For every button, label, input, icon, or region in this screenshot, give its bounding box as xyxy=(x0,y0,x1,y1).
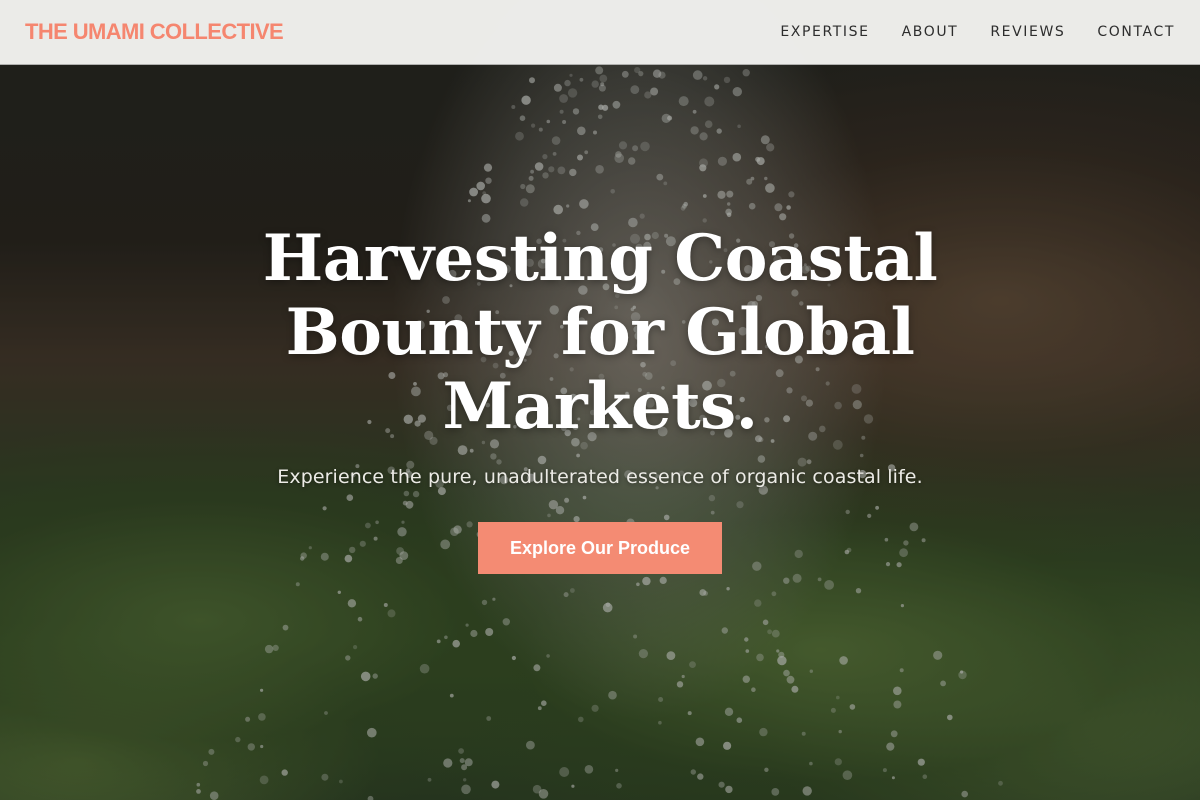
nav-link-expertise[interactable]: EXPERTISE xyxy=(780,24,869,40)
nav-menu: EXPERTISE ABOUT REVIEWS CONTACT xyxy=(780,24,1175,40)
brand-logo[interactable]: THE UMAMI COLLECTIVE xyxy=(25,19,284,45)
hero-subtitle: Experience the pure, unadulterated essen… xyxy=(277,466,923,488)
hero-content: Harvesting Coastal Bounty for Global Mar… xyxy=(0,222,1200,574)
nav-link-contact[interactable]: CONTACT xyxy=(1097,24,1175,40)
hero-title: Harvesting Coastal Bounty for Global Mar… xyxy=(262,221,938,444)
explore-produce-button[interactable]: Explore Our Produce xyxy=(478,522,722,574)
nav-link-about[interactable]: ABOUT xyxy=(902,24,959,40)
navbar: THE UMAMI COLLECTIVE EXPERTISE ABOUT REV… xyxy=(0,0,1200,65)
nav-link-reviews[interactable]: REVIEWS xyxy=(990,24,1065,40)
